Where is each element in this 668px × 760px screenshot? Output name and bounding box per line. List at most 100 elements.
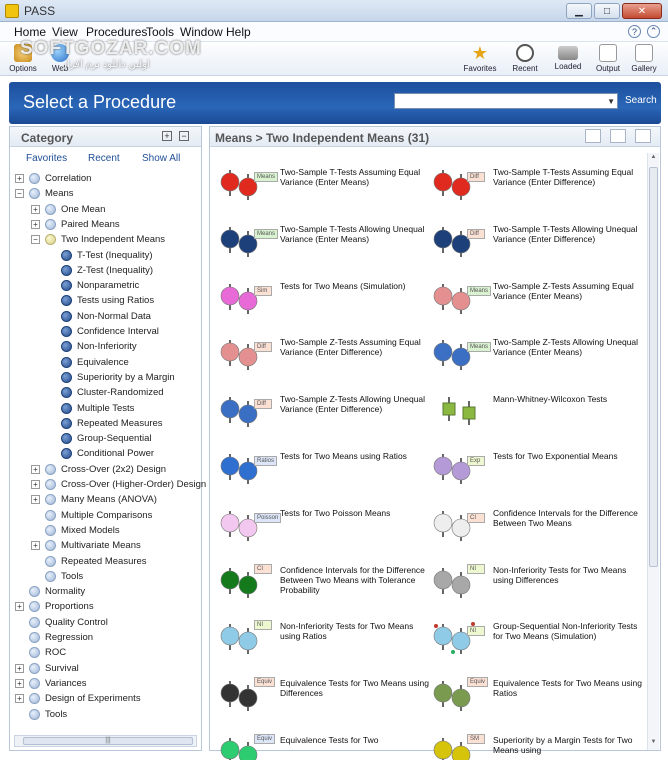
minimize-button[interactable]: ▁	[566, 3, 592, 19]
tab-favorites[interactable]: Favorites	[26, 153, 67, 164]
tree-item[interactable]: Cluster-Randomized	[47, 385, 164, 400]
procedure-item[interactable]: Equiv Equivalence Tests for Two Means usi…	[433, 675, 643, 725]
tab-show-all[interactable]: Show All	[142, 153, 180, 164]
tree-item[interactable]: Repeated Measures	[47, 416, 163, 431]
procedure-item[interactable]: Means Two-Sample Z-Tests Assuming Equal V…	[433, 278, 643, 328]
search-button[interactable]: Search	[625, 95, 657, 106]
procedure-item[interactable]: Poisson Tests for Two Poisson Means	[220, 505, 430, 555]
tree-item[interactable]: Equivalence	[47, 355, 129, 370]
menu-tools[interactable]: Tools	[146, 25, 174, 39]
expand-icon[interactable]: +	[15, 174, 24, 183]
menu-view[interactable]: View	[52, 25, 78, 39]
procedure-item[interactable]: Means Two-Sample Z-Tests Allowing Unequal…	[433, 334, 643, 384]
menu-procedures[interactable]: Procedures	[86, 25, 147, 39]
expand-icon[interactable]: +	[31, 495, 40, 505]
expand-icon[interactable]: +	[15, 678, 24, 688]
expand-icon[interactable]: +	[15, 602, 24, 612]
tree-item[interactable]: + Paired Means	[31, 217, 120, 232]
collapse-icon[interactable]: −	[15, 189, 24, 199]
tree-item[interactable]: Non-Normal Data	[47, 309, 151, 324]
tree-item[interactable]: Nonparametric	[47, 278, 139, 293]
tree-item[interactable]: + Correlation	[15, 171, 91, 186]
procedure-item[interactable]: Mann-Whitney-Wilcoxon Tests	[433, 391, 643, 441]
tree-item[interactable]: + Design of Experiments	[15, 691, 141, 706]
vertical-scrollbar-thumb[interactable]	[649, 167, 658, 567]
expand-icon[interactable]: +	[15, 663, 24, 673]
horizontal-scrollbar[interactable]: |||	[14, 735, 197, 747]
expand-icon[interactable]: +	[31, 464, 40, 474]
tree-item[interactable]: + Cross-Over (2x2) Design	[31, 462, 166, 477]
procedure-item[interactable]: Equiv Equivalence Tests for Two Means usi…	[220, 675, 430, 725]
tree-item[interactable]: Tests using Ratios	[47, 293, 154, 308]
favorites-button[interactable]: ★ Favorites	[458, 44, 502, 73]
tree-item[interactable]: Repeated Measures	[31, 554, 147, 569]
tab-recent[interactable]: Recent	[88, 153, 120, 164]
tree-item[interactable]: Quality Control	[15, 615, 108, 630]
recent-button[interactable]: Recent	[503, 44, 547, 73]
tree-item[interactable]: + One Mean	[31, 202, 105, 217]
menu-window[interactable]: Window	[180, 25, 223, 39]
scroll-down-icon[interactable]: ▼	[649, 739, 658, 749]
procedure-item[interactable]: Exp Tests for Two Exponential Means	[433, 448, 643, 498]
procedure-item[interactable]: Means Two-Sample T-Tests Assuming Equal V…	[220, 164, 430, 214]
chevron-down-icon[interactable]: ▼	[607, 97, 615, 106]
tree-item[interactable]: Mixed Models	[31, 523, 120, 538]
tree-item[interactable]: Tools	[15, 707, 67, 722]
scrollbar-thumb[interactable]: |||	[23, 737, 193, 745]
collapse-icon[interactable]: −	[31, 235, 40, 245]
tree-item[interactable]: Non-Inferiority	[47, 339, 137, 354]
tree-item[interactable]: Multiple Tests	[47, 401, 134, 416]
menu-home[interactable]: Home	[14, 25, 46, 39]
icon-view-icon[interactable]	[635, 129, 651, 143]
procedure-item[interactable]: CI Confidence Intervals for the Differenc…	[433, 505, 643, 555]
tree-item[interactable]: − Two Independent Means	[31, 232, 165, 247]
tree-item[interactable]: + Multivariate Means	[31, 538, 141, 553]
detail-view-icon[interactable]	[610, 129, 626, 143]
procedure-item[interactable]: NI Group-Sequential Non-Inferiority Tests…	[433, 618, 643, 668]
tree-item[interactable]: Regression	[15, 630, 93, 645]
tree-item[interactable]: + Cross-Over (Higher-Order) Design	[31, 477, 206, 492]
tree-item[interactable]: ROC	[15, 645, 66, 660]
collapse-all-button[interactable]: −	[179, 131, 189, 141]
tree-item[interactable]: − Means	[15, 186, 74, 201]
tree-item[interactable]: Z-Test (Inequality)	[47, 263, 153, 278]
expand-all-button[interactable]: +	[162, 131, 172, 141]
procedure-item[interactable]: Diff Two-Sample Z-Tests Assuming Equal Va…	[220, 334, 430, 384]
list-view-icon[interactable]	[585, 129, 601, 143]
expand-icon[interactable]: +	[15, 694, 24, 704]
tree-item[interactable]: Confidence Interval	[47, 324, 159, 339]
tree-item[interactable]: Superiority by a Margin	[47, 370, 175, 385]
procedure-item[interactable]: NI Non-Inferiority Tests for Two Means us…	[220, 618, 430, 668]
close-button[interactable]: ✕	[622, 3, 662, 19]
procedure-item[interactable]: Diff Two-Sample Z-Tests Allowing Unequal …	[220, 391, 430, 441]
tree-item[interactable]: + Many Means (ANOVA)	[31, 492, 157, 507]
procedure-item[interactable]: Sim Tests for Two Means (Simulation)	[220, 278, 430, 328]
tree-item[interactable]: + Variances	[15, 676, 87, 691]
help-icon[interactable]: ?	[628, 25, 641, 38]
tree-item[interactable]: Normality	[15, 584, 85, 599]
collapse-ribbon-icon[interactable]: ⌃	[647, 25, 660, 38]
procedure-item[interactable]: CI Confidence Intervals for the Differenc…	[220, 562, 430, 612]
procedure-item[interactable]: SM Superiority by a Margin Tests for Two …	[433, 732, 643, 760]
gallery-button[interactable]: Gallery	[622, 44, 666, 73]
procedure-item[interactable]: Ratios Tests for Two Means using Ratios	[220, 448, 430, 498]
expand-icon[interactable]: +	[31, 480, 40, 489]
expand-icon[interactable]: +	[31, 541, 40, 551]
loaded-button[interactable]: Loaded	[546, 44, 590, 71]
tree-item[interactable]: + Survival	[15, 661, 79, 676]
procedure-item[interactable]: Means Two-Sample T-Tests Allowing Unequal…	[220, 221, 430, 271]
tree-item[interactable]: + Proportions	[15, 599, 94, 614]
scroll-up-icon[interactable]: ▲	[649, 154, 658, 164]
expand-icon[interactable]: +	[31, 204, 40, 214]
tree-item[interactable]: Multiple Comparisons	[31, 508, 152, 523]
tree-item[interactable]: Group-Sequential	[47, 431, 151, 446]
tree-item[interactable]: Conditional Power	[47, 446, 154, 461]
maximize-button[interactable]: □	[594, 3, 620, 19]
menu-help[interactable]: Help	[226, 25, 251, 39]
tree-item[interactable]: T-Test (Inequality)	[47, 248, 153, 263]
expand-icon[interactable]: +	[31, 219, 40, 229]
procedure-item[interactable]: NI Non-Inferiority Tests for Two Means us…	[433, 562, 643, 612]
procedure-item[interactable]: Equiv Equivalence Tests for Two	[220, 732, 430, 760]
search-input[interactable]: ▼	[394, 93, 618, 109]
procedure-item[interactable]: Diff Two-Sample T-Tests Assuming Equal Va…	[433, 164, 643, 214]
